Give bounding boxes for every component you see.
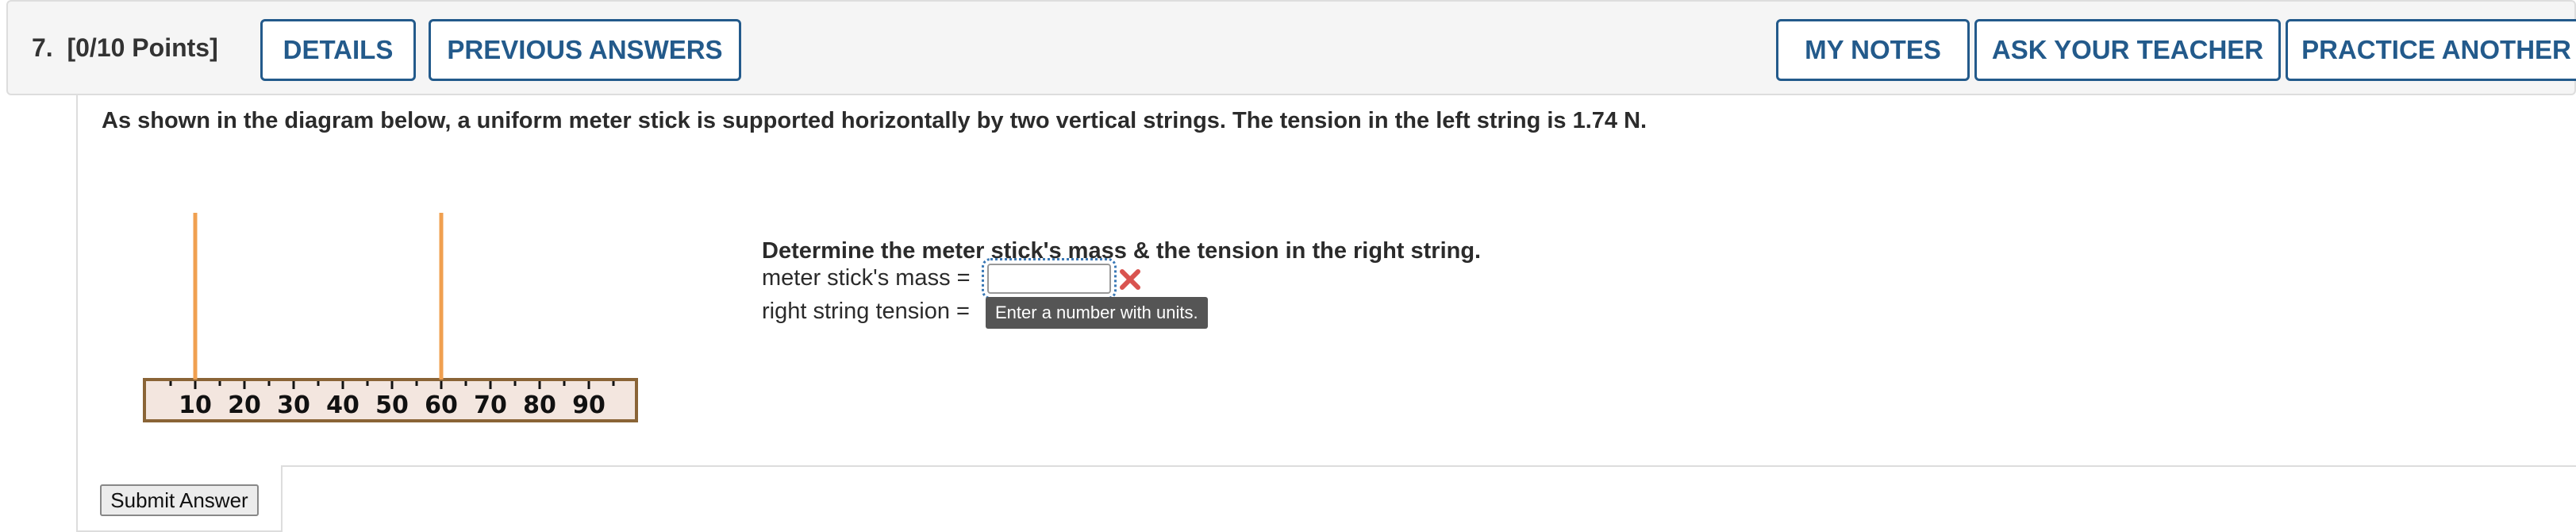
ask-your-teacher-button[interactable]: ASK YOUR TEACHER: [1974, 19, 2281, 81]
question-text: As shown in the diagram below, a uniform…: [102, 108, 1647, 133]
scale-label: 80: [523, 391, 556, 419]
input-tooltip: Enter a number with units.: [986, 297, 1208, 329]
practice-another-button[interactable]: PRACTICE ANOTHER: [2286, 19, 2576, 81]
support-strings: [193, 213, 444, 380]
tension-label: right string tension =: [762, 299, 970, 324]
scale-label: 70: [474, 391, 507, 419]
panel-divider: [281, 465, 2576, 467]
panel-divider-corner: [281, 465, 283, 532]
scale-label: 40: [326, 391, 359, 419]
question-index: 7.: [32, 33, 53, 62]
meter-stick-svg: 10 20 30 40 50 60 70 80 90: [143, 213, 638, 422]
question-prompt: Determine the meter stick's mass & the t…: [762, 238, 1482, 264]
scale-label: 60: [425, 391, 458, 419]
my-notes-button[interactable]: MY NOTES: [1776, 19, 1970, 81]
submit-area-border-left: [76, 465, 78, 532]
question-number: 7. [0/10 Points]: [32, 33, 218, 63]
question-header: 7. [0/10 Points] DETAILS PREVIOUS ANSWER…: [6, 0, 2576, 95]
scale-label: 50: [375, 391, 409, 419]
meter-stick-diagram: 10 20 30 40 50 60 70 80 90: [135, 205, 651, 431]
question-points: [0/10 Points]: [67, 33, 218, 62]
details-button[interactable]: DETAILS: [260, 19, 416, 81]
scale-label: 20: [228, 391, 261, 419]
scale-label: 10: [179, 391, 212, 419]
submit-answer-button[interactable]: Submit Answer: [100, 484, 259, 516]
scale-label: 90: [572, 391, 606, 419]
mass-label: meter stick's mass =: [762, 265, 971, 291]
meter-stick-labels: 10 20 30 40 50 60 70 80 90: [179, 391, 606, 419]
previous-answers-button[interactable]: PREVIOUS ANSWERS: [429, 19, 741, 81]
scale-label: 30: [277, 391, 310, 419]
incorrect-x-icon: [1120, 269, 1140, 290]
mass-input[interactable]: [982, 258, 1117, 299]
